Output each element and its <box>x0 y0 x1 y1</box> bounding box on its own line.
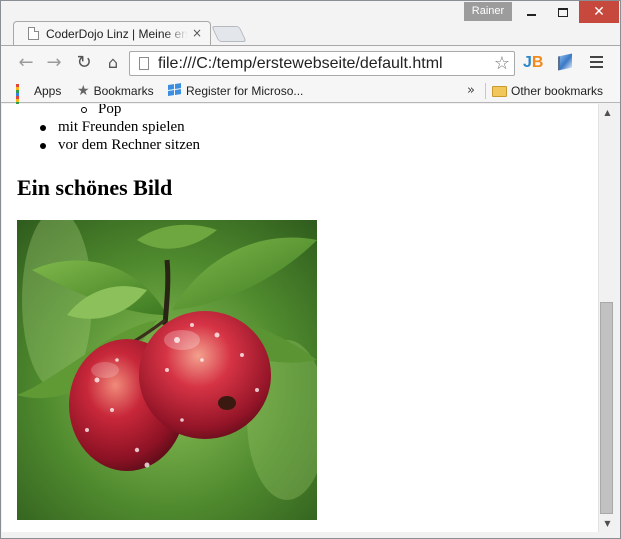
bookmark-label: Other bookmarks <box>511 84 604 98</box>
scroll-up-arrow-icon[interactable]: ▲ <box>599 104 616 121</box>
bookmark-star-icon[interactable]: ☆ <box>494 53 510 75</box>
tab-close-icon[interactable]: × <box>192 26 202 40</box>
bookmark-bookmarks[interactable]: ★ Bookmarks <box>77 82 154 100</box>
page-icon <box>28 27 39 40</box>
maximize-button[interactable] <box>547 1 578 23</box>
reload-button[interactable]: ↻ <box>73 52 95 74</box>
apps-grid-icon <box>16 84 30 111</box>
address-bar[interactable]: file:///C:/temp/erstewebseite/default.ht… <box>129 51 515 76</box>
section-heading: Ein schönes Bild <box>17 175 173 200</box>
url-text[interactable]: file:///C:/temp/erstewebseite/default.ht… <box>158 54 443 74</box>
back-button[interactable]: ← <box>15 52 37 74</box>
bookmark-register-microsoft[interactable]: Register for Microso... <box>168 82 303 100</box>
flag-extension-icon[interactable] <box>558 53 572 71</box>
page-icon <box>139 57 149 70</box>
close-window-button[interactable]: ✕ <box>579 1 619 23</box>
divider <box>485 83 486 99</box>
forward-button[interactable]: → <box>43 52 65 74</box>
windows-logo-icon <box>168 83 182 98</box>
disc-bullet-icon <box>40 125 46 131</box>
circle-bullet-icon <box>81 107 87 113</box>
bookmark-apps[interactable]: Apps <box>16 82 62 111</box>
page-viewport[interactable]: Pop mit Freunden spielen vor dem Rechner… <box>2 104 598 532</box>
minimize-button[interactable] <box>516 1 547 23</box>
list-item: mit Freunden spielen <box>40 118 185 136</box>
apple-photo <box>17 220 317 520</box>
close-icon: ✕ <box>593 4 605 20</box>
vertical-scrollbar[interactable]: ▲ ▼ <box>598 104 615 532</box>
jetbrains-extension-icon[interactable]: JB <box>523 54 543 72</box>
maximize-icon <box>557 7 568 17</box>
menu-icon[interactable] <box>590 56 603 69</box>
folder-icon <box>492 86 507 97</box>
list-item: vor dem Rechner sitzen <box>40 136 200 154</box>
disc-bullet-icon <box>40 143 46 149</box>
scroll-down-arrow-icon[interactable]: ▼ <box>599 515 616 532</box>
bookmark-label: Bookmarks <box>93 84 154 98</box>
browser-window: Rainer ✕ CoderDojo Linz | Meine erste We… <box>0 0 621 539</box>
other-bookmarks[interactable]: Other bookmarks <box>492 82 603 100</box>
nested-list-item: Pop <box>81 104 121 118</box>
bookmarks-overflow-chevron-icon[interactable]: » <box>467 82 475 100</box>
profile-badge[interactable]: Rainer <box>464 2 512 21</box>
tab-active[interactable]: CoderDojo Linz | Meine erste Webseite × <box>13 21 211 45</box>
bookmarks-bar: Apps ★ Bookmarks Register for Microso... … <box>1 79 620 111</box>
minimize-icon <box>527 14 536 16</box>
tab-title: CoderDojo Linz | Meine erste Webseite <box>46 27 188 41</box>
bookmark-label: Apps <box>34 84 62 98</box>
bookmark-label: Register for Microso... <box>186 84 304 98</box>
home-button[interactable]: ⌂ <box>102 52 124 74</box>
title-bar: Rainer ✕ CoderDojo Linz | Meine erste We… <box>1 1 620 45</box>
star-icon: ★ <box>77 83 90 99</box>
scrollbar-thumb[interactable] <box>600 302 613 514</box>
new-tab-button[interactable] <box>211 26 247 42</box>
toolbar: ← → ↻ ⌂ file:///C:/temp/erstewebseite/de… <box>1 45 620 79</box>
